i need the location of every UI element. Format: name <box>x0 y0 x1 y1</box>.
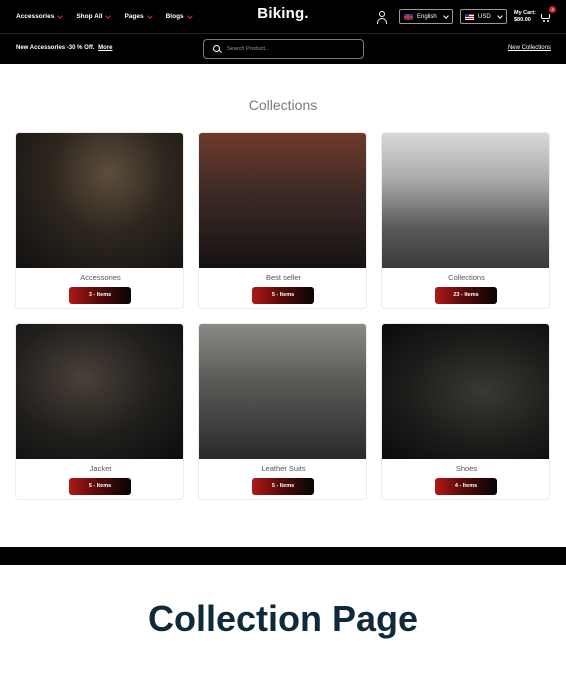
footer-band <box>0 547 566 565</box>
currency-select[interactable]: USD <box>459 9 507 24</box>
collection-card-jacket[interactable]: Jacket 5 - Items <box>15 323 184 500</box>
nav-item-shop-all[interactable]: Shop All <box>76 12 112 20</box>
search-icon[interactable] <box>213 45 221 53</box>
collection-image <box>199 324 366 459</box>
promo-text: New Accessories -30 % Off. <box>16 45 95 51</box>
collection-name: Shoes <box>455 464 478 473</box>
collection-name: Best seller <box>265 273 301 282</box>
item-count-badge: 23 - Items <box>435 287 497 304</box>
header-actions: English USD My Cart: $80.00 4 <box>375 0 556 33</box>
nav-item-blogs[interactable]: Blogs <box>166 12 193 20</box>
section-title: Collections <box>248 97 318 113</box>
search-box <box>203 39 364 59</box>
collection-image <box>199 133 366 268</box>
main-nav: Accessories Shop All Pages Blogs <box>16 0 193 33</box>
collection-name: Accessories <box>80 273 121 282</box>
chevron-down-icon <box>146 12 153 19</box>
search-input[interactable] <box>227 46 357 52</box>
site-logo[interactable]: Biking. <box>257 5 308 22</box>
user-account-icon[interactable] <box>375 10 389 24</box>
language-select[interactable]: English <box>398 9 453 24</box>
sub-header: New Accessories -30 % Off. More New Coll… <box>0 33 566 64</box>
page-caption: Collection Page <box>147 598 419 639</box>
collection-name: Jacket <box>89 464 112 473</box>
nav-item-pages[interactable]: Pages <box>124 12 153 20</box>
nav-item-accessories[interactable]: Accessories <box>16 12 64 20</box>
collection-image <box>382 324 549 459</box>
uk-flag-icon <box>403 13 413 20</box>
top-header: Accessories Shop All Pages Blogs Biking.… <box>0 0 566 33</box>
cart-icon: 4 <box>540 5 556 23</box>
collection-name: Leather Suits <box>261 464 306 473</box>
chevron-down-icon <box>443 12 449 19</box>
collection-image <box>16 133 183 268</box>
item-count-badge: 5 - Items <box>69 478 131 495</box>
item-count-badge: 5 - Items <box>252 478 314 495</box>
cart-button[interactable]: My Cart: $80.00 4 <box>513 5 556 24</box>
cart-total: $80.00 <box>513 16 531 23</box>
collection-card-accessories[interactable]: Accessories 3 - Items <box>15 132 184 309</box>
collection-card-best-seller[interactable]: Best seller 5 - Items <box>198 132 367 309</box>
item-count-badge: 5 - Items <box>252 287 314 304</box>
promo-banner: New Accessories -30 % Off. More <box>16 45 113 51</box>
collection-card-leather-suits[interactable]: Leather Suits 5 - Items <box>198 323 367 500</box>
item-count-badge: 4 - Items <box>435 478 497 495</box>
new-collections-link[interactable]: New Collections <box>508 45 551 51</box>
chevron-down-icon <box>186 12 193 19</box>
chevron-down-icon <box>497 12 503 19</box>
collection-image <box>16 324 183 459</box>
promo-more-link[interactable]: More <box>98 45 112 51</box>
collection-image <box>382 133 549 268</box>
chevron-down-icon <box>57 12 64 19</box>
chevron-down-icon <box>105 12 112 19</box>
us-flag-icon <box>464 13 474 20</box>
cart-label: My Cart: <box>513 9 536 16</box>
collection-name: Collections <box>448 273 485 282</box>
cart-count-badge: 4 <box>549 5 556 13</box>
collection-card-collections[interactable]: Collections 23 - Items <box>381 132 550 309</box>
item-count-badge: 3 - Items <box>69 287 131 304</box>
collection-card-shoes[interactable]: Shoes 4 - Items <box>381 323 550 500</box>
